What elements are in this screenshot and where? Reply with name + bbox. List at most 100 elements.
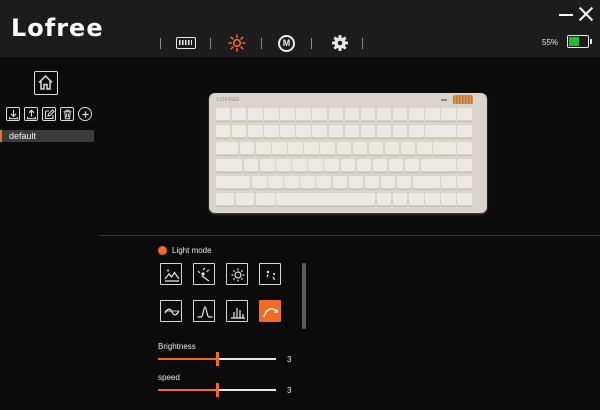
keyboard-key[interactable] — [316, 176, 331, 190]
keyboard-icon[interactable] — [176, 37, 196, 49]
keyboard-key[interactable] — [264, 125, 279, 139]
keyboard-key[interactable] — [296, 125, 311, 139]
effect-scatter-icon[interactable] — [259, 263, 281, 285]
keyboard-key[interactable] — [328, 125, 343, 139]
keyboard-key[interactable] — [292, 159, 307, 173]
keyboard-key[interactable] — [252, 176, 267, 190]
speed-slider[interactable] — [158, 383, 276, 397]
keyboard-key[interactable] — [231, 125, 247, 139]
home-icon[interactable] — [34, 71, 58, 95]
keyboard-key[interactable] — [457, 142, 472, 156]
keyboard-key[interactable] — [248, 125, 263, 139]
keyboard-key[interactable] — [364, 176, 380, 190]
keyboard-key[interactable] — [380, 176, 396, 190]
keyboard-key[interactable] — [344, 125, 360, 139]
keyboard-key[interactable] — [413, 176, 440, 190]
effects-scrollbar[interactable] — [302, 263, 306, 329]
keyboard-key[interactable] — [360, 125, 376, 139]
keyboard-key[interactable] — [392, 125, 408, 139]
keyboard-key[interactable] — [457, 159, 472, 173]
effect-wave-icon[interactable] — [160, 300, 182, 322]
keyboard-key[interactable] — [256, 142, 271, 156]
keyboard-key[interactable] — [441, 193, 456, 207]
keyboard-key[interactable] — [340, 159, 356, 173]
keyboard-key[interactable] — [376, 193, 392, 207]
keyboard-key[interactable] — [384, 142, 400, 156]
keyboard-key[interactable] — [235, 193, 255, 207]
macro-icon[interactable]: M — [278, 35, 295, 52]
edit-icon[interactable] — [42, 107, 56, 121]
light-mode-radio[interactable] — [158, 246, 167, 255]
effect-sun-icon[interactable] — [226, 263, 248, 285]
keyboard-key[interactable] — [400, 142, 416, 156]
keyboard-key[interactable] — [376, 108, 392, 122]
keyboard-key[interactable] — [248, 108, 263, 122]
keyboard-key[interactable] — [352, 142, 368, 156]
keyboard-key[interactable] — [409, 125, 424, 139]
keyboard-key[interactable] — [348, 176, 364, 190]
keyboard-key[interactable] — [368, 142, 384, 156]
keyboard-key[interactable] — [388, 159, 404, 173]
effect-ripple-icon[interactable] — [193, 263, 215, 285]
export-icon[interactable] — [24, 107, 38, 121]
keyboard-key[interactable] — [404, 159, 420, 173]
keyboard-key[interactable] — [296, 108, 311, 122]
keyboard-key[interactable] — [215, 193, 235, 207]
keyboard-key[interactable] — [256, 193, 275, 207]
keyboard-key[interactable] — [344, 108, 360, 122]
keyboard-key[interactable] — [457, 108, 472, 122]
keyboard-key[interactable] — [433, 142, 456, 156]
keyboard-key[interactable] — [409, 108, 424, 122]
keyboard-key[interactable] — [243, 159, 259, 173]
keyboard-key[interactable] — [304, 142, 319, 156]
keyboard-key[interactable] — [288, 142, 303, 156]
keyboard-key[interactable] — [425, 193, 440, 207]
keyboard-key[interactable] — [272, 142, 287, 156]
keyboard-key[interactable] — [280, 125, 295, 139]
keyboard-key[interactable] — [392, 193, 408, 207]
keyboard-key[interactable] — [215, 159, 243, 173]
light-icon[interactable] — [228, 34, 250, 52]
add-icon[interactable] — [78, 107, 92, 121]
close-icon[interactable] — [577, 6, 595, 22]
keyboard-key[interactable] — [421, 159, 456, 173]
keyboard-key[interactable] — [215, 142, 239, 156]
keyboard-key[interactable] — [417, 142, 432, 156]
effect-mountain-icon[interactable] — [160, 263, 182, 285]
keyboard-key[interactable] — [215, 108, 231, 122]
keyboard-key[interactable] — [425, 108, 440, 122]
keyboard-key[interactable] — [276, 193, 376, 207]
keyboard-key[interactable] — [215, 125, 231, 139]
brightness-slider[interactable] — [158, 352, 276, 366]
keyboard-key[interactable] — [264, 108, 279, 122]
keyboard-key[interactable] — [441, 176, 456, 190]
keyboard-key[interactable] — [457, 125, 472, 139]
keyboard-key[interactable] — [376, 125, 392, 139]
keyboard-key[interactable] — [284, 176, 299, 190]
keyboard-key[interactable] — [260, 159, 275, 173]
keyboard-key[interactable] — [441, 108, 456, 122]
keyboard-key[interactable] — [457, 176, 472, 190]
speed-slider-thumb[interactable] — [216, 383, 219, 397]
keyboard-key[interactable] — [392, 108, 408, 122]
keyboard-key[interactable] — [332, 176, 348, 190]
keyboard-key[interactable] — [356, 159, 372, 173]
keyboard-key[interactable] — [457, 193, 472, 207]
brightness-slider-thumb[interactable] — [216, 352, 219, 366]
effect-arc-icon[interactable] — [259, 300, 281, 322]
keyboard-key[interactable] — [360, 108, 376, 122]
keyboard-key[interactable] — [239, 142, 255, 156]
effect-peak-icon[interactable] — [193, 300, 215, 322]
keyboard-key[interactable] — [372, 159, 388, 173]
gear-icon[interactable] — [331, 34, 353, 52]
keyboard-key[interactable] — [324, 159, 339, 173]
keyboard-key[interactable] — [231, 108, 247, 122]
keyboard-key[interactable] — [312, 108, 327, 122]
keyboard-key[interactable] — [396, 176, 412, 190]
keyboard-key[interactable] — [215, 176, 251, 190]
effect-bars-icon[interactable] — [226, 300, 248, 322]
keyboard-key[interactable] — [328, 108, 343, 122]
keyboard-key[interactable] — [308, 159, 323, 173]
keyboard-key[interactable] — [276, 159, 291, 173]
import-icon[interactable] — [6, 107, 20, 121]
